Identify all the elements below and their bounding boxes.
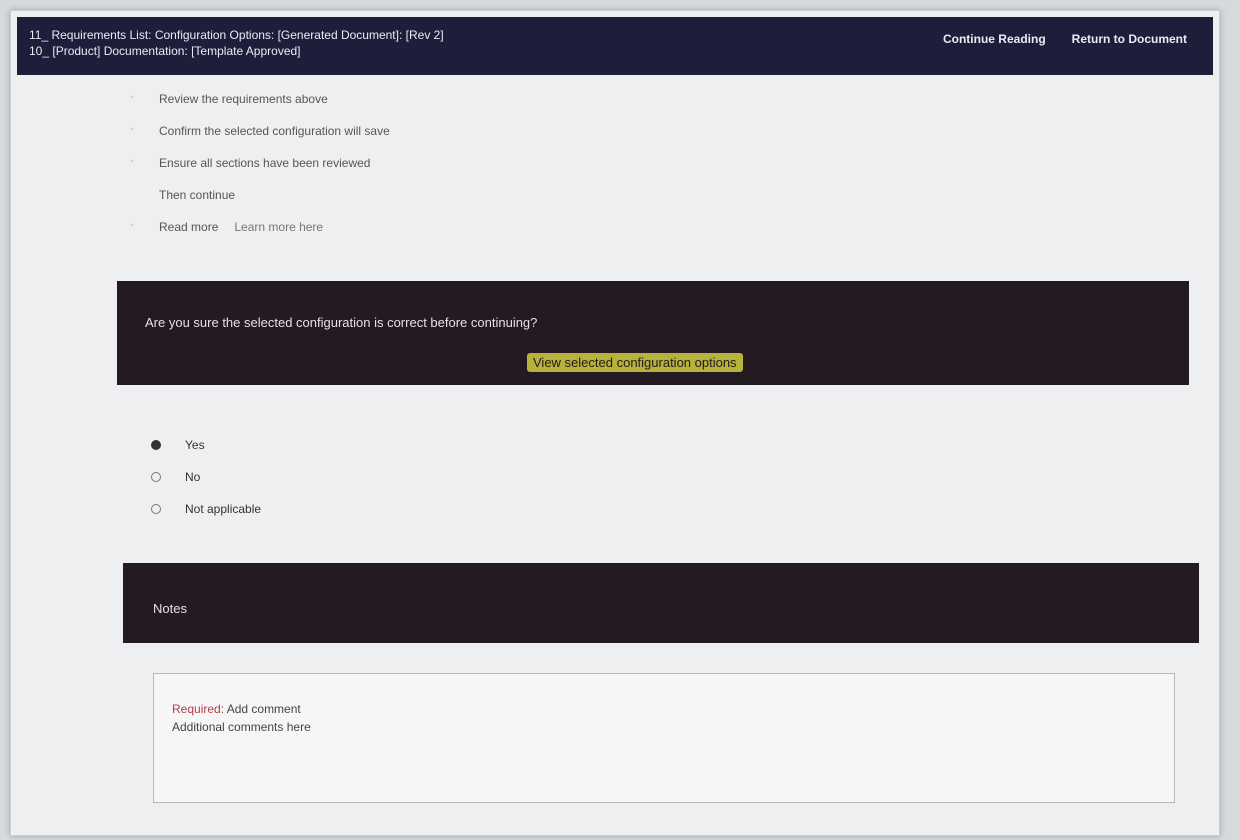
learn-more-link[interactable]: Learn more here bbox=[234, 220, 323, 234]
check-icon: ◦ bbox=[130, 92, 134, 103]
notes-panel: Notes bbox=[123, 563, 1199, 643]
checklist: ◦ Review the requirements above ◦ Confir… bbox=[125, 83, 390, 243]
header-links: Continue Reading Return to Document bbox=[943, 31, 1187, 47]
check-icon: ◦ bbox=[130, 124, 134, 135]
confirmation-options: Yes No Not applicable bbox=[151, 429, 261, 525]
checklist-item-label: Confirm the selected configuration will … bbox=[159, 124, 390, 138]
header-bar: 11_ Requirements List: Configuration Opt… bbox=[17, 17, 1213, 75]
check-icon: ◦ bbox=[130, 220, 134, 231]
check-icon bbox=[125, 188, 139, 202]
title-line-2: 10_ [Product] Documentation: [Template A… bbox=[29, 44, 301, 58]
checklist-item[interactable]: ◦ Read more Learn more here bbox=[125, 211, 390, 243]
notes-heading: Notes bbox=[153, 601, 187, 616]
check-icon: ◦ bbox=[130, 156, 134, 167]
checklist-item-label: Then continue bbox=[159, 188, 236, 202]
radio-label: Yes bbox=[185, 438, 205, 452]
notes-line-1: Required: Add comment bbox=[172, 700, 1156, 718]
radio-selected-icon[interactable] bbox=[151, 440, 161, 450]
checklist-item[interactable]: ◦ Review the requirements above bbox=[125, 83, 390, 115]
checklist-item-label: Review the requirements above bbox=[159, 92, 328, 106]
required-label: Required: bbox=[172, 702, 225, 716]
radio-icon[interactable] bbox=[151, 472, 161, 482]
page-title: 11_ Requirements List: Configuration Opt… bbox=[29, 27, 809, 59]
checklist-item[interactable]: ◦ Ensure all sections have been reviewed bbox=[125, 147, 390, 179]
confirmation-text: Are you sure the selected configuration … bbox=[145, 315, 538, 330]
checklist-item-label: Read more bbox=[159, 220, 219, 234]
radio-label: No bbox=[185, 470, 201, 484]
view-configuration-link[interactable]: View selected configuration options bbox=[527, 353, 743, 372]
return-link[interactable]: Return to Document bbox=[1072, 31, 1187, 47]
continue-reading-link[interactable]: Continue Reading bbox=[943, 31, 1046, 47]
radio-option[interactable]: Yes bbox=[151, 429, 261, 461]
checklist-item[interactable]: ◦ Confirm the selected configuration wil… bbox=[125, 115, 390, 147]
radio-label: Not applicable bbox=[185, 502, 262, 516]
notes-line-2: Additional comments here bbox=[172, 720, 311, 734]
checklist-item[interactable]: Then continue bbox=[125, 179, 390, 211]
radio-icon[interactable] bbox=[151, 504, 161, 514]
notes-line-1-text: Add comment bbox=[224, 702, 301, 716]
radio-option[interactable]: Not applicable bbox=[151, 493, 261, 525]
radio-option[interactable]: No bbox=[151, 461, 261, 493]
document-page: 11_ Requirements List: Configuration Opt… bbox=[10, 10, 1220, 836]
confirmation-panel: Are you sure the selected configuration … bbox=[117, 281, 1189, 385]
notes-textarea[interactable]: Required: Add comment Additional comment… bbox=[153, 673, 1175, 803]
title-line-1: 11_ Requirements List: Configuration Opt… bbox=[29, 28, 444, 42]
checklist-item-label: Ensure all sections have been reviewed bbox=[159, 156, 371, 170]
